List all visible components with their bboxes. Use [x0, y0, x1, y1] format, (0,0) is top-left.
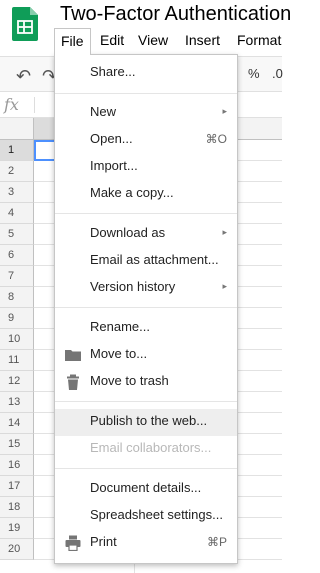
row-header[interactable]: 15 — [0, 434, 34, 455]
menu-item-move-to[interactable]: Move to... — [55, 342, 237, 369]
row-header[interactable]: 20 — [0, 539, 34, 560]
fx-icon: fx — [4, 95, 19, 114]
menu-item-label: Email collaborators... — [90, 440, 212, 455]
sheets-logo-icon — [12, 7, 38, 41]
menu-item-label: Rename... — [90, 319, 150, 334]
trash-icon — [67, 374, 79, 390]
shortcut-label: ⌘O — [205, 132, 227, 146]
menu-file[interactable]: File — [54, 28, 91, 55]
row-header[interactable]: 13 — [0, 392, 34, 413]
select-all-corner[interactable] — [0, 118, 34, 140]
row-header[interactable]: 19 — [0, 518, 34, 539]
menu-item-move-to-trash[interactable]: Move to trash — [55, 369, 237, 396]
menu-item-new[interactable]: New ▸ — [55, 100, 237, 127]
menu-item-spreadsheet-settings[interactable]: Spreadsheet settings... — [55, 503, 237, 530]
menu-item-label: Email as attachment... — [90, 252, 219, 267]
menu-item-label: Document details... — [90, 480, 202, 495]
row-header[interactable]: 7 — [0, 266, 34, 287]
row-headers: 1 2 3 4 5 6 7 8 9 10 11 12 13 14 15 16 17 18 19 20 — [0, 140, 34, 560]
menu-item-document-details[interactable]: Document details... — [55, 476, 237, 503]
menu-insert[interactable]: Insert — [179, 28, 226, 54]
menu-item-label: Make a copy... — [90, 185, 174, 200]
menu-item-version-history[interactable]: Version history ▸ — [55, 275, 237, 302]
folder-icon — [65, 350, 81, 361]
menu-separator — [55, 213, 237, 214]
menu-format[interactable]: Format — [231, 28, 287, 54]
row-header[interactable]: 3 — [0, 182, 34, 203]
menu-item-label: New — [90, 104, 117, 119]
print-icon — [65, 535, 81, 551]
format-percent-button[interactable]: % — [248, 66, 260, 81]
undo-icon[interactable]: ↶ — [16, 66, 31, 87]
menu-item-label: Open... — [90, 131, 133, 146]
row-header[interactable]: 5 — [0, 224, 34, 245]
menu-item-label: Publish to the web... — [90, 413, 208, 428]
formula-separator — [34, 97, 35, 113]
row-header[interactable]: 4 — [0, 203, 34, 224]
menu-item-make-copy[interactable]: Make a copy... — [55, 181, 237, 208]
row-header[interactable]: 2 — [0, 161, 34, 182]
row-header[interactable]: 14 — [0, 413, 34, 434]
menu-item-label: Move to... — [90, 346, 148, 361]
menu-item-label: Move to trash — [90, 373, 169, 388]
menu-item-label: Download as — [90, 225, 166, 240]
active-cell-a1[interactable] — [34, 140, 56, 161]
row-header[interactable]: 16 — [0, 455, 34, 476]
menu-item-email-attachment[interactable]: Email as attachment... — [55, 248, 237, 275]
shortcut-label: ⌘P — [206, 535, 227, 549]
menu-item-label: Print — [90, 534, 117, 549]
row-header[interactable]: 12 — [0, 371, 34, 392]
menu-item-download-as[interactable]: Download as ▸ — [55, 221, 237, 248]
menu-view[interactable]: View — [132, 28, 174, 54]
menu-separator — [55, 468, 237, 469]
submenu-arrow-icon: ▸ — [222, 106, 227, 116]
decrease-decimal-button[interactable]: .0 — [272, 66, 283, 81]
submenu-arrow-icon: ▸ — [222, 281, 227, 291]
menu-separator — [55, 401, 237, 402]
file-menu-dropdown: Share... New ▸ Open... ⌘O Import... Make… — [54, 54, 238, 564]
row-header[interactable]: 11 — [0, 350, 34, 371]
row-header[interactable]: 10 — [0, 329, 34, 350]
row-header[interactable]: 1 — [0, 140, 34, 161]
menu-item-share[interactable]: Share... — [55, 60, 237, 87]
menu-item-email-collaborators: Email collaborators... — [55, 436, 237, 463]
menu-item-publish-web[interactable]: Publish to the web... — [55, 409, 237, 436]
row-header[interactable]: 6 — [0, 245, 34, 266]
menu-item-open[interactable]: Open... ⌘O — [55, 127, 237, 154]
menu-item-label: Share... — [90, 64, 136, 79]
document-title[interactable]: Two-Factor Authentication — [60, 3, 291, 26]
column-header-a[interactable] — [34, 118, 56, 140]
menu-item-label: Spreadsheet settings... — [90, 507, 223, 522]
menu-item-label: Import... — [90, 158, 138, 173]
menu-item-print[interactable]: Print ⌘P — [55, 530, 237, 557]
menu-item-rename[interactable]: Rename... — [55, 315, 237, 342]
menu-item-import[interactable]: Import... — [55, 154, 237, 181]
menu-separator — [55, 93, 237, 94]
row-header[interactable]: 17 — [0, 476, 34, 497]
row-header[interactable]: 8 — [0, 287, 34, 308]
menu-edit[interactable]: Edit — [94, 28, 130, 54]
submenu-arrow-icon: ▸ — [222, 227, 227, 237]
menu-item-label: Version history — [90, 279, 176, 294]
menu-separator — [55, 307, 237, 308]
row-header[interactable]: 18 — [0, 497, 34, 518]
row-header[interactable]: 9 — [0, 308, 34, 329]
